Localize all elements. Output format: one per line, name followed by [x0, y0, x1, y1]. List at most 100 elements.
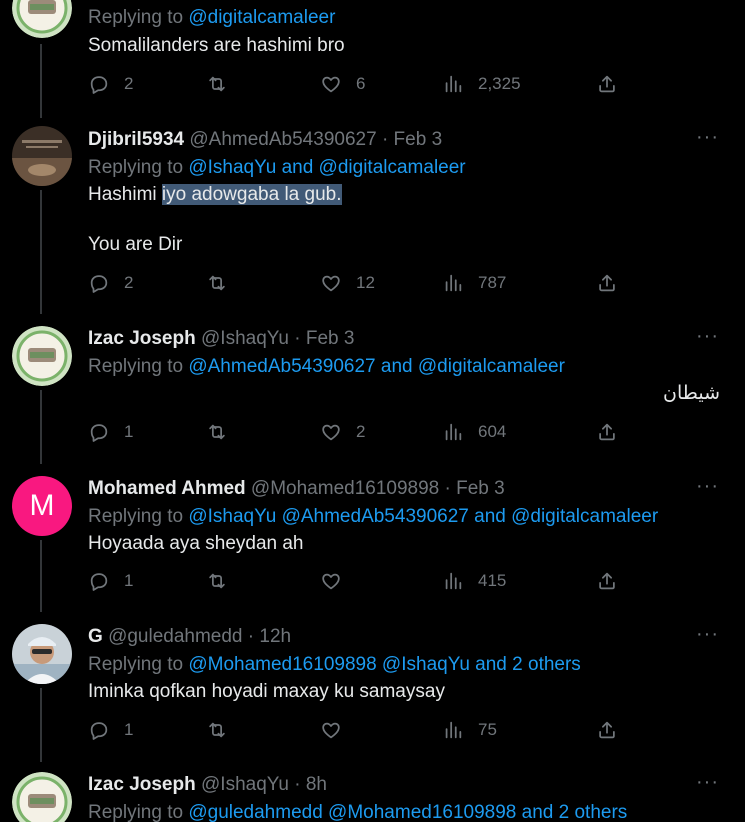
- timestamp[interactable]: Feb 3: [394, 129, 443, 150]
- handle[interactable]: @IshaqYu: [201, 328, 289, 349]
- replying-to: Replying to @AhmedAb54390627 and @digita…: [88, 356, 565, 378]
- display-name[interactable]: Mohamed Ahmed: [88, 478, 246, 499]
- replying-to-link[interactable]: @Mohamed16109898 @IshaqYu and 2 others: [188, 654, 580, 675]
- action-bar: 1 415: [88, 570, 628, 596]
- views-button[interactable]: 604: [442, 421, 506, 443]
- tweet-4[interactable]: G @guledahmedd · 12h ··· Replying to @Mo…: [0, 612, 745, 762]
- share-button[interactable]: [596, 719, 618, 741]
- action-bar: 1 75: [88, 719, 628, 745]
- handle[interactable]: @AhmedAb54390627: [189, 129, 376, 150]
- tweet-2[interactable]: Izac Joseph @IshaqYu · Feb 3 ··· Replyin…: [0, 314, 745, 464]
- replying-to: Replying to @Mohamed16109898 @IshaqYu an…: [88, 654, 581, 676]
- timestamp[interactable]: Feb 3: [306, 328, 355, 349]
- replying-to-link[interactable]: @IshaqYu and @digitalcamaleer: [188, 157, 465, 178]
- speech-bubble-icon: [88, 570, 110, 592]
- views-button[interactable]: 75: [442, 719, 497, 741]
- thread-line: [40, 190, 42, 314]
- avatar[interactable]: M: [12, 476, 72, 536]
- tweet-3[interactable]: M Mohamed Ahmed @Mohamed16109898 · Feb 3…: [0, 464, 745, 612]
- separator: ·: [294, 328, 301, 349]
- tweet-1[interactable]: Djibril5934 @AhmedAb54390627 · Feb 3 ···…: [0, 118, 745, 314]
- like-button[interactable]: 2: [320, 421, 365, 443]
- replying-to-link[interactable]: @digitalcamaleer: [188, 7, 335, 28]
- tweet-5[interactable]: Izac Joseph @IshaqYu · 8h ··· Replying t…: [0, 762, 745, 822]
- replying-to-link[interactable]: @AhmedAb54390627 and @digitalcamaleer: [188, 356, 565, 377]
- more-button[interactable]: ···: [696, 126, 719, 149]
- tweet-text: Somalilanders are hashimi bro: [88, 35, 345, 56]
- tweet-text: Hoyaada aya sheydan ah: [88, 533, 304, 554]
- like-button[interactable]: 12: [320, 272, 375, 294]
- handle[interactable]: @IshaqYu: [201, 774, 289, 795]
- avatar[interactable]: [12, 0, 72, 38]
- avatar[interactable]: [12, 126, 72, 186]
- replying-prefix: Replying to: [88, 506, 184, 527]
- separator: ·: [247, 626, 255, 647]
- timestamp[interactable]: 8h: [306, 774, 327, 795]
- display-name[interactable]: Izac Joseph: [88, 328, 196, 349]
- replying-to: Replying to @digitalcamaleer: [88, 7, 335, 29]
- reply-button[interactable]: 2: [88, 272, 133, 294]
- more-button[interactable]: ···: [696, 475, 719, 498]
- view-count: 604: [478, 422, 507, 441]
- action-bar: 2 6 2,325: [88, 73, 628, 99]
- share-button[interactable]: [596, 73, 618, 95]
- text-selection: iyo adowgaba la gub.: [161, 184, 342, 205]
- heart-icon: [320, 73, 342, 95]
- views-button[interactable]: 787: [442, 272, 506, 294]
- view-count: 787: [478, 273, 507, 292]
- avatar[interactable]: [12, 326, 72, 386]
- reply-button[interactable]: 1: [88, 421, 133, 443]
- display-name[interactable]: Djibril5934: [88, 129, 184, 150]
- avatar[interactable]: [12, 772, 72, 822]
- retweet-icon: [206, 73, 228, 95]
- views-button[interactable]: 2,325: [442, 73, 521, 95]
- share-icon: [596, 272, 618, 294]
- tweet-text: Iminka qofkan hoyadi maxay ku samaysay: [88, 681, 445, 702]
- reply-button[interactable]: 1: [88, 719, 133, 741]
- ellipsis-icon: ···: [696, 325, 719, 347]
- replying-prefix: Replying to: [88, 7, 184, 28]
- like-button[interactable]: 6: [320, 73, 365, 95]
- share-button[interactable]: [596, 272, 618, 294]
- retweet-button[interactable]: [206, 421, 242, 443]
- share-button[interactable]: [596, 421, 618, 443]
- replying-to-link[interactable]: @IshaqYu @AhmedAb54390627 and @digitalca…: [188, 506, 658, 527]
- more-button[interactable]: ···: [696, 771, 719, 794]
- more-button[interactable]: ···: [696, 623, 719, 646]
- retweet-button[interactable]: [206, 73, 242, 95]
- share-button[interactable]: [596, 570, 618, 592]
- like-button[interactable]: [320, 570, 356, 592]
- views-button[interactable]: 415: [442, 570, 506, 592]
- reply-button[interactable]: 2: [88, 73, 133, 95]
- speech-bubble-icon: [88, 272, 110, 294]
- like-button[interactable]: [320, 719, 356, 741]
- action-bar: 2 12 787: [88, 272, 628, 298]
- timestamp[interactable]: Feb 3: [456, 478, 505, 499]
- retweet-button[interactable]: [206, 570, 242, 592]
- display-name[interactable]: G: [88, 626, 103, 647]
- timestamp[interactable]: 12h: [259, 626, 291, 647]
- display-name[interactable]: Izac Joseph: [88, 774, 196, 795]
- avatar[interactable]: [12, 624, 72, 684]
- retweet-button[interactable]: [206, 719, 242, 741]
- thread-line: [40, 390, 42, 464]
- retweet-button[interactable]: [206, 272, 242, 294]
- replying-to: Replying to @guledahmedd @Mohamed1610989…: [88, 802, 627, 822]
- handle[interactable]: @guledahmedd: [108, 626, 242, 647]
- speech-bubble-icon: [88, 73, 110, 95]
- tweet-text: Hashimi iyo adowgaba la gub.: [88, 184, 342, 206]
- replying-to-link[interactable]: @guledahmedd @Mohamed16109898 and 2 othe…: [188, 802, 627, 822]
- reply-button[interactable]: 1: [88, 570, 133, 592]
- handle[interactable]: @Mohamed16109898: [251, 478, 439, 499]
- bar-chart-icon: [442, 421, 464, 443]
- more-button[interactable]: ···: [696, 325, 719, 348]
- ellipsis-icon: ···: [696, 126, 719, 148]
- tweet-text-line2: You are Dir: [88, 234, 183, 255]
- share-icon: [596, 719, 618, 741]
- thread-line: [40, 540, 42, 612]
- reply-count: 1: [124, 720, 134, 739]
- speech-bubble-icon: [88, 421, 110, 443]
- tweet-0[interactable]: Replying to @digitalcamaleer Somalilande…: [0, 0, 745, 118]
- view-count: 75: [478, 720, 497, 739]
- separator: ·: [381, 129, 389, 150]
